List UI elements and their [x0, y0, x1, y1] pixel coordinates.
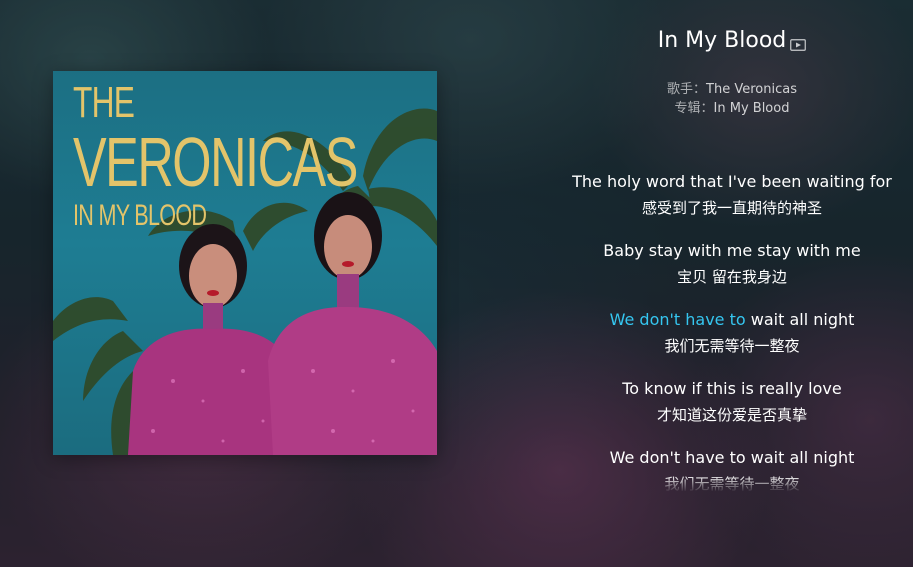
cover-artist-prefix: THE: [73, 78, 135, 127]
artist-row: 歌手：The Veronicas: [555, 78, 909, 97]
lyric-line-current[interactable]: We don't have to wait all night 我们无需等待一整…: [555, 310, 909, 379]
album-cover-title: THE VERONICAS IN MY BLOOD: [73, 78, 358, 232]
lyric-translation: 我们无需等待一整夜: [664, 475, 800, 493]
lyric-line[interactable]: Baby stay with me stay with me 宝贝 留在我身边: [555, 241, 909, 310]
album-link[interactable]: In My Blood: [714, 101, 790, 116]
lyric-original: To know if this is really love: [622, 379, 842, 398]
lyric-line[interactable]: To know if this is really love 才知道这份爱是否真…: [555, 379, 909, 448]
lyric-translation: 才知道这份爱是否真挚: [656, 406, 807, 424]
lyric-line[interactable]: We don't have to wait all night 我们无需等待一整…: [555, 448, 909, 494]
song-title-row: In My Blood: [555, 28, 909, 53]
cover-album-name: IN MY BLOOD: [73, 199, 207, 232]
song-title: In My Blood: [657, 28, 787, 53]
lyric-original: We don't have to wait all night: [609, 448, 855, 467]
album-row: 专辑：In My Blood: [555, 97, 909, 116]
lyric-original: We don't have to wait all night: [555, 310, 909, 330]
cover-artist-name: VERONICAS: [73, 123, 358, 201]
video-play-icon[interactable]: [790, 36, 807, 51]
lyric-line[interactable]: The holy word that I've been waiting for…: [555, 172, 909, 241]
lyric-sung-part: We don't have to: [609, 310, 751, 329]
lyrics-panel[interactable]: The holy word that I've been waiting for…: [555, 172, 909, 494]
lyric-translation: 我们无需等待一整夜: [664, 337, 800, 355]
lyric-translation: 感受到了我一直期待的神圣: [641, 199, 822, 217]
album-label: 专辑：: [674, 101, 714, 116]
lyric-translation: 宝贝 留在我身边: [677, 268, 787, 286]
artist-label: 歌手：: [667, 82, 707, 97]
artist-link[interactable]: The Veronicas: [706, 82, 797, 97]
album-cover: THE VERONICAS IN MY BLOOD: [53, 71, 437, 455]
lyric-original: The holy word that I've been waiting for: [572, 172, 892, 191]
lyric-unsung-part: wait all night: [750, 310, 855, 329]
lyric-original: Baby stay with me stay with me: [603, 241, 861, 260]
